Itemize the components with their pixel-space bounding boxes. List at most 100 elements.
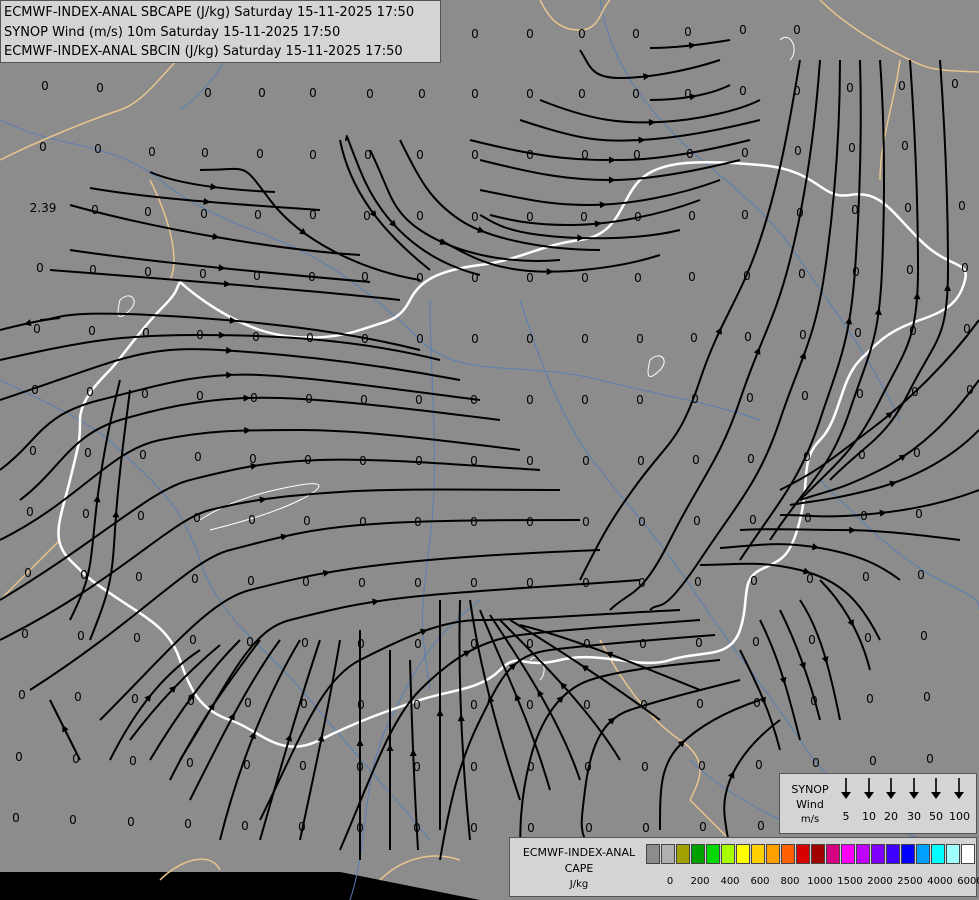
cin-label: 0 bbox=[958, 199, 966, 213]
cin-label: 0 bbox=[148, 145, 156, 159]
cin-label: 0 bbox=[200, 207, 208, 221]
cin-label: 0 bbox=[793, 23, 801, 37]
cin-label: 0 bbox=[642, 821, 650, 835]
cin-label: 0 bbox=[746, 391, 754, 405]
wind-legend-item: 5 bbox=[836, 778, 856, 823]
cape-swatch bbox=[841, 844, 855, 864]
cin-label: 0 bbox=[638, 515, 646, 529]
cin-label: 0 bbox=[305, 392, 313, 406]
wind-legend-item: 50 bbox=[926, 778, 946, 823]
cin-label: 0 bbox=[637, 454, 645, 468]
cin-label: 0 bbox=[526, 210, 534, 224]
cin-label: 0 bbox=[470, 821, 478, 835]
cin-label: 0 bbox=[793, 84, 801, 98]
cin-label: 0 bbox=[127, 815, 135, 829]
cin-label: 0 bbox=[358, 576, 366, 590]
map-title-box: ECMWF-INDEX-ANAL SBCAPE (J/kg) Saturday … bbox=[0, 0, 441, 63]
cin-label: 0 bbox=[361, 270, 369, 284]
cin-label: 0 bbox=[33, 322, 41, 336]
cape-swatch bbox=[721, 844, 735, 864]
cin-label: 0 bbox=[798, 267, 806, 281]
cin-label: 0 bbox=[752, 635, 760, 649]
cin-label: 0 bbox=[244, 696, 252, 710]
cin-label: 0 bbox=[633, 148, 641, 162]
cin-label: 0 bbox=[684, 25, 692, 39]
wind-legend-item: 30 bbox=[904, 778, 924, 823]
cin-label: 0 bbox=[86, 385, 94, 399]
cin-label: 0 bbox=[189, 633, 197, 647]
cin-label: 0 bbox=[750, 574, 758, 588]
cin-label: 0 bbox=[133, 631, 141, 645]
cin-label: 0 bbox=[301, 636, 309, 650]
cin-label: 0 bbox=[812, 756, 820, 770]
cin-label: 0 bbox=[129, 754, 137, 768]
cin-label: 0 bbox=[966, 383, 974, 397]
cape-scale-label: 1500 bbox=[837, 876, 863, 887]
cin-label: 0 bbox=[901, 139, 909, 153]
arrow-down-icon bbox=[841, 778, 851, 799]
cin-label: 0 bbox=[852, 265, 860, 279]
cin-label: 0 bbox=[363, 209, 371, 223]
cin-label: 0 bbox=[21, 627, 29, 641]
cin-label: 0 bbox=[639, 637, 647, 651]
cin-label: 0 bbox=[739, 23, 747, 37]
cape-scale-label: 0 bbox=[666, 876, 674, 887]
cin-label: 0 bbox=[632, 87, 640, 101]
cape-swatch bbox=[691, 844, 705, 864]
cape-swatch bbox=[826, 844, 840, 864]
cin-label: 0 bbox=[308, 270, 316, 284]
cin-label: 0 bbox=[578, 87, 586, 101]
cin-label: 0 bbox=[359, 454, 367, 468]
cin-label: 0 bbox=[142, 326, 150, 340]
cin-label: 0 bbox=[856, 387, 864, 401]
cin-label: 0 bbox=[963, 322, 971, 336]
cin-label: 0 bbox=[860, 509, 868, 523]
cin-label: 0 bbox=[695, 636, 703, 650]
cin-label: 0 bbox=[582, 576, 590, 590]
cin-label: 0 bbox=[801, 389, 809, 403]
wind-legend: SYNOP Wind m/s 5 10 20 30 50 100 bbox=[779, 773, 977, 834]
cape-swatch bbox=[946, 844, 960, 864]
cape-swatch bbox=[706, 844, 720, 864]
cin-label: 0 bbox=[526, 87, 534, 101]
cin-label: 0 bbox=[741, 146, 749, 160]
cin-label: 0 bbox=[187, 694, 195, 708]
cin-label: 0 bbox=[302, 575, 310, 589]
cin-label: 0 bbox=[691, 392, 699, 406]
cin-label: 0 bbox=[584, 760, 592, 774]
cape-scale-label: 6000 bbox=[957, 876, 979, 887]
cin-label: 0 bbox=[749, 513, 757, 527]
cin-label: 0 bbox=[88, 324, 96, 338]
cin-label: 0 bbox=[851, 203, 859, 217]
cape-legend-name: ECMWF-INDEX-ANAL CAPE bbox=[522, 846, 636, 875]
wind-legend-value: 100 bbox=[949, 810, 970, 823]
cin-label: 0 bbox=[89, 263, 97, 277]
cin-label: 0 bbox=[744, 330, 752, 344]
cape-swatch bbox=[781, 844, 795, 864]
cape-swatch bbox=[766, 844, 780, 864]
cin-label: 0 bbox=[306, 331, 314, 345]
weather-map[interactable]: 0 0 0 0 0 0 0 0 0 0 0 0 0 0 0 0 0 0 0 0 0 0 0 0 0 0 0 0 0 0 0 0 0 0 2.39 0 0… bbox=[0, 0, 979, 900]
cin-label: 0 bbox=[915, 507, 923, 521]
cin-label: 0 bbox=[196, 389, 204, 403]
wind-legend-item: 100 bbox=[949, 778, 970, 823]
cape-swatch bbox=[871, 844, 885, 864]
cape-legend-title: ECMWF-INDEX-ANAL CAPE J/kg bbox=[514, 845, 644, 893]
cin-label: 0 bbox=[898, 79, 906, 93]
cin-label: 0 bbox=[803, 450, 811, 464]
cin-label: 0 bbox=[470, 576, 478, 590]
cin-label: 0 bbox=[204, 86, 212, 100]
cin-label: 0 bbox=[913, 446, 921, 460]
cin-label: 0 bbox=[243, 758, 251, 772]
cin-label: 0 bbox=[357, 637, 365, 651]
cin-label: 0 bbox=[139, 448, 147, 462]
cin-label: 0 bbox=[578, 27, 586, 41]
cin-label: 0 bbox=[414, 515, 422, 529]
cape-swatch bbox=[751, 844, 765, 864]
cin-label: 0 bbox=[904, 201, 912, 215]
cin-label: 0 bbox=[808, 633, 816, 647]
cin-label: 0 bbox=[196, 328, 204, 342]
cin-label: 0 bbox=[191, 572, 199, 586]
cin-label: 0 bbox=[743, 269, 751, 283]
cape-scale-label: 400 bbox=[720, 876, 740, 887]
